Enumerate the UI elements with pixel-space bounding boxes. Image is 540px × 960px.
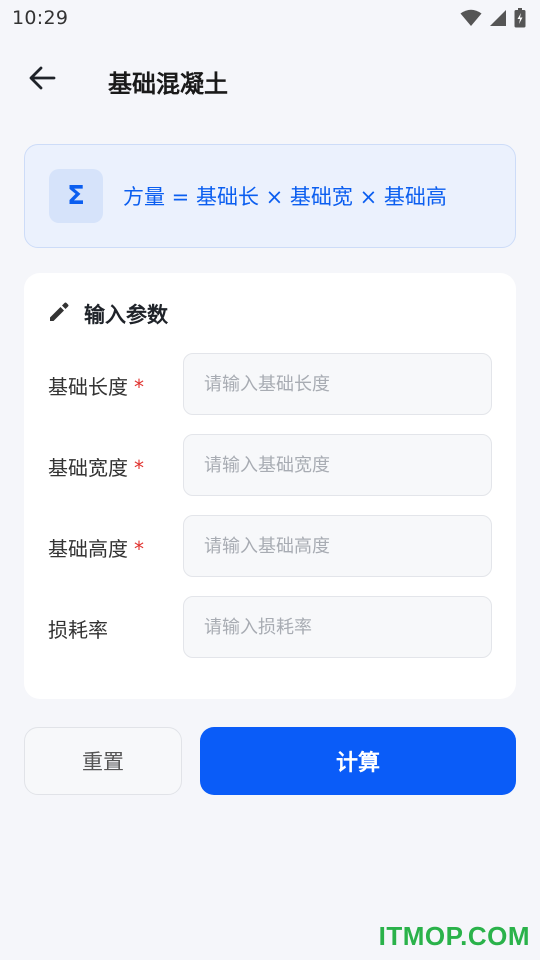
required-mark: * xyxy=(134,375,144,399)
field-label: 基础长度 * xyxy=(48,375,144,399)
width-input[interactable] xyxy=(183,434,492,496)
field-row-length: 基础长度 * xyxy=(48,353,492,415)
pencil-icon xyxy=(48,301,70,327)
field-row-height: 基础高度 * xyxy=(48,515,492,577)
status-bar: 10:29 xyxy=(0,0,540,36)
loss-rate-input[interactable] xyxy=(183,596,492,658)
sigma-icon: Σ xyxy=(49,169,103,223)
section-header: 输入参数 xyxy=(48,299,168,329)
reset-button[interactable]: 重置 xyxy=(24,727,182,795)
back-button[interactable] xyxy=(22,60,62,100)
field-label: 损耗率 xyxy=(48,618,108,642)
battery-icon xyxy=(514,8,526,28)
calculate-button[interactable]: 计算 xyxy=(200,727,516,795)
field-row-width: 基础宽度 * xyxy=(48,434,492,496)
section-title: 输入参数 xyxy=(84,303,168,327)
status-icons xyxy=(460,8,526,28)
formula-card: Σ 方量 = 基础长 × 基础宽 × 基础高 xyxy=(24,144,516,248)
input-parameters-card: 输入参数 基础长度* 基础宽度* 基础高度* 损耗率 xyxy=(24,273,516,699)
watermark-logo: ITMOP.COM xyxy=(378,921,530,951)
length-input[interactable] xyxy=(183,353,492,415)
required-mark: * xyxy=(134,537,144,561)
field-label: 基础宽度 * xyxy=(48,456,144,480)
formula-text: 方量 = 基础长 × 基础宽 × 基础高 xyxy=(123,185,447,209)
required-mark: * xyxy=(134,456,144,480)
wifi-icon xyxy=(460,9,482,27)
field-row-loss-rate: 损耗率 xyxy=(48,596,492,658)
field-label: 基础高度 * xyxy=(48,537,144,561)
app-bar: 基础混凝土 xyxy=(0,52,540,108)
cell-signal-icon xyxy=(489,9,507,27)
status-time: 10:29 xyxy=(12,7,69,29)
page-title: 基础混凝土 xyxy=(108,70,228,98)
arrow-left-icon xyxy=(28,66,56,94)
height-input[interactable] xyxy=(183,515,492,577)
